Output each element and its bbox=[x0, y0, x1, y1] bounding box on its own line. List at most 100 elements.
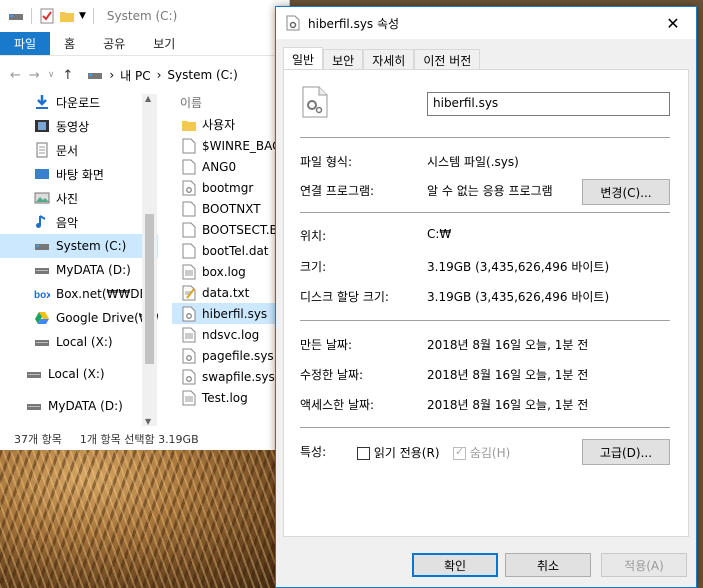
sidebar-item-box-net[interactable]: box Box.net(₩₩DESI bbox=[0, 282, 158, 306]
system-file-icon bbox=[182, 369, 196, 384]
sidebar-item-desktop[interactable]: 바탕 화면 bbox=[0, 162, 158, 186]
sidebar-item-label: 다운로드 bbox=[56, 95, 101, 110]
tab-previous-versions[interactable]: 이전 버전 bbox=[414, 49, 481, 70]
sidebar-item-videos[interactable]: 동영상 bbox=[0, 114, 158, 138]
breadcrumb[interactable]: › 내 PC › System (C:) bbox=[87, 67, 238, 84]
tab-security[interactable]: 보안 bbox=[323, 49, 364, 70]
text-file-icon bbox=[182, 390, 196, 405]
sidebar-item-system-c[interactable]: System (C:) bbox=[0, 234, 158, 258]
box-icon: box bbox=[34, 290, 50, 301]
google-drive-icon bbox=[35, 312, 49, 324]
tab-share[interactable]: 공유 bbox=[89, 32, 139, 55]
file-row[interactable]: 사용자 bbox=[172, 114, 290, 135]
file-list: 이름 사용자 $WINRE_BACK ANG0 bootmgr BOOTNXT BOOTS… bbox=[172, 90, 290, 426]
toolbar-divider bbox=[31, 8, 32, 24]
sidebar-item-local-x-network[interactable]: Local (X:) bbox=[0, 362, 158, 386]
ok-button[interactable]: 확인 bbox=[412, 553, 498, 577]
sidebar-item-google-drive[interactable]: Google Drive(₩₩ bbox=[0, 306, 158, 330]
sidebar-item-local-x[interactable]: Local (X:) bbox=[0, 330, 158, 354]
apply-button[interactable]: 적용(A) bbox=[601, 553, 687, 577]
location-value: C:₩ bbox=[427, 227, 452, 241]
tab-details[interactable]: 자세히 bbox=[363, 49, 415, 70]
close-icon[interactable]: ✕ bbox=[650, 7, 696, 39]
file-row[interactable]: $WINRE_BACK bbox=[172, 135, 290, 156]
file-row[interactable]: hiberfil.sys bbox=[172, 303, 290, 324]
video-icon bbox=[35, 120, 49, 132]
divider bbox=[300, 320, 670, 321]
drive-icon bbox=[27, 404, 41, 410]
file-name-field[interactable]: hiberfil.sys bbox=[427, 92, 670, 116]
sidebar-item-label: MyDATA (D:) bbox=[56, 263, 131, 277]
file-row[interactable]: bootTel.dat bbox=[172, 240, 290, 261]
system-file-icon bbox=[302, 86, 328, 118]
svg-text:box: box bbox=[34, 290, 50, 301]
sidebar-item-label: MyDATA (D:) bbox=[48, 399, 123, 413]
breadcrumb-separator: › bbox=[109, 68, 115, 82]
desktop-icon bbox=[35, 169, 49, 179]
tab-general[interactable]: 일반 bbox=[283, 47, 324, 70]
dialog-titlebar: hiberfil.sys 속성 ✕ bbox=[276, 7, 696, 39]
file-rows: 사용자 $WINRE_BACK ANG0 bootmgr BOOTNXT BOOTSECT… bbox=[172, 114, 290, 408]
sidebar-item-downloads[interactable]: 다운로드 bbox=[0, 90, 158, 114]
file-name: bootTel.dat bbox=[202, 243, 269, 258]
file-row[interactable]: BOOTNXT bbox=[172, 198, 290, 219]
forward-arrow-icon[interactable]: → bbox=[29, 68, 40, 83]
column-header-name[interactable]: 이름 bbox=[172, 90, 290, 114]
advanced-button[interactable]: 고급(D)... bbox=[582, 439, 670, 465]
breadcrumb-item-this-pc[interactable]: 내 PC bbox=[120, 67, 150, 84]
property-tabs: 일반 보안 자세히 이전 버전 bbox=[283, 47, 481, 70]
drive-icon bbox=[35, 244, 49, 250]
readonly-label: 읽기 전용(R) bbox=[373, 446, 440, 460]
file-row[interactable]: BOOTSECT.BA bbox=[172, 219, 290, 240]
dialog-title: hiberfil.sys 속성 bbox=[308, 16, 400, 31]
sidebar-item-music[interactable]: 음악 bbox=[0, 210, 158, 234]
change-button[interactable]: 변경(C)... bbox=[582, 179, 670, 205]
toolbar-divider bbox=[92, 8, 94, 24]
opens-with-label: 연결 프로그램: bbox=[300, 184, 375, 198]
file-type-value: 시스템 파일(.sys) bbox=[427, 155, 519, 169]
sidebar-item-label: 동영상 bbox=[56, 119, 90, 134]
new-folder-icon[interactable] bbox=[59, 8, 75, 24]
tab-file[interactable]: 파일 bbox=[0, 32, 51, 55]
sidebar-item-label: Local (X:) bbox=[48, 367, 105, 381]
file-row[interactable]: Test.log bbox=[172, 387, 290, 408]
scroll-up-icon[interactable]: ▲ bbox=[145, 94, 151, 103]
ribbon-tabs: 파일 홈 공유 보기 bbox=[0, 32, 289, 56]
sidebar-item-mydata-d-network[interactable]: MyDATA (D:) bbox=[0, 394, 158, 418]
file-name: Test.log bbox=[202, 390, 248, 405]
divider bbox=[300, 212, 670, 213]
tab-home[interactable]: 홈 bbox=[50, 32, 89, 55]
file-name: hiberfil.sys bbox=[202, 306, 268, 321]
tab-view[interactable]: 보기 bbox=[139, 32, 189, 55]
up-arrow-icon[interactable]: ↑ bbox=[62, 68, 73, 83]
file-row[interactable]: box.log bbox=[172, 261, 290, 282]
sidebar-item-documents[interactable]: 문서 bbox=[0, 138, 158, 162]
file-name: box.log bbox=[202, 264, 246, 279]
hidden-checkbox[interactable] bbox=[453, 445, 466, 460]
back-arrow-icon[interactable]: ← bbox=[10, 68, 21, 83]
sidebar-item-mydata-d[interactable]: MyDATA (D:) bbox=[0, 258, 158, 282]
chevron-down-icon[interactable]: ▼ bbox=[79, 11, 86, 21]
file-row[interactable]: bootmgr bbox=[172, 177, 290, 198]
hidden-checkbox-row[interactable]: 숨김(H) bbox=[453, 444, 510, 461]
file-row[interactable]: swapfile.sys bbox=[172, 366, 290, 387]
breadcrumb-item-drive[interactable]: System (C:) bbox=[167, 68, 237, 82]
sidebar-item-label: 음악 bbox=[56, 215, 79, 230]
file-row[interactable]: data.txt bbox=[172, 282, 290, 303]
file-name: bootmgr bbox=[202, 180, 254, 195]
file-icon bbox=[182, 243, 196, 258]
scroll-down-icon[interactable]: ▼ bbox=[145, 417, 151, 426]
recent-chevron-icon[interactable]: ∨ bbox=[48, 70, 55, 80]
window-title: System (C:) bbox=[106, 9, 178, 23]
cancel-button[interactable]: 취소 bbox=[505, 553, 591, 577]
file-row[interactable]: ANG0 bbox=[172, 156, 290, 177]
sidebar-item-pictures[interactable]: 사진 bbox=[0, 186, 158, 210]
drive-icon bbox=[9, 14, 23, 20]
readonly-checkbox-row[interactable]: 읽기 전용(R) bbox=[357, 444, 440, 461]
file-row[interactable]: pagefile.sys bbox=[172, 345, 290, 366]
file-row[interactable]: ndsvc.log bbox=[172, 324, 290, 345]
scrollbar-thumb[interactable] bbox=[145, 214, 154, 364]
properties-check-icon[interactable] bbox=[39, 8, 55, 24]
navigation-scrollbar[interactable]: ▲ ▼ bbox=[142, 94, 157, 426]
readonly-checkbox[interactable] bbox=[357, 447, 370, 460]
